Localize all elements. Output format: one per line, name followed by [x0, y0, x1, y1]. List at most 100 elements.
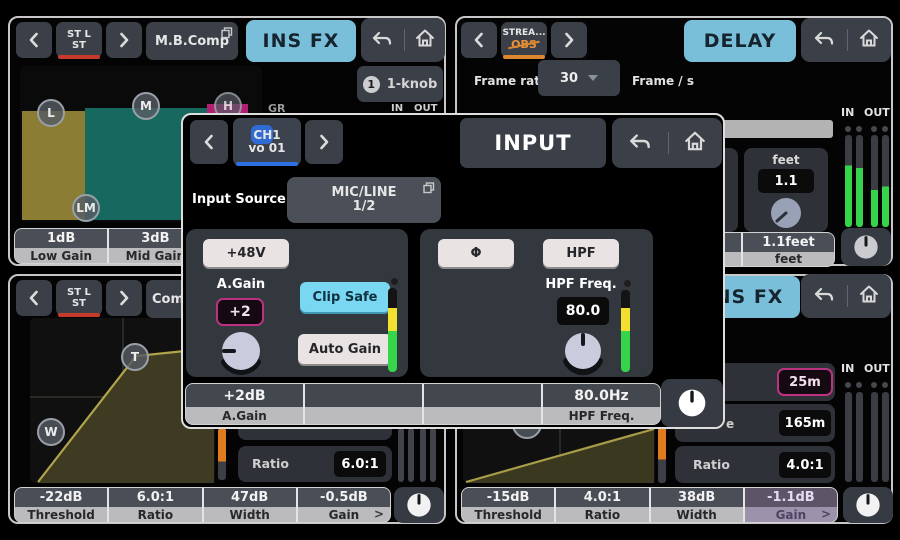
feet-value[interactable]: 1.1: [758, 169, 814, 193]
divider: [847, 29, 848, 51]
undo-button[interactable]: [627, 129, 653, 157]
frame-rate-unit: Frame / s: [632, 74, 694, 88]
more-chevron-icon[interactable]: >: [821, 507, 831, 521]
frame-rate-value: 30: [560, 71, 578, 86]
footer-cell[interactable]: 38dBWidth: [649, 488, 743, 522]
ratio-value[interactable]: 6.0:1: [334, 451, 386, 477]
bl-assign-knob-button[interactable]: [394, 487, 444, 523]
phantom-48v-button[interactable]: +48V: [203, 239, 289, 267]
br-nav-box: [801, 274, 891, 318]
frame-rate-dropdown[interactable]: 30: [538, 60, 620, 96]
gr-meter: [218, 428, 226, 480]
again-knob[interactable]: [216, 327, 266, 377]
br-meter-out-label: OUT: [864, 362, 890, 375]
again-label: A.Gain: [203, 277, 279, 292]
home-button[interactable]: [858, 284, 880, 308]
low-band-handle[interactable]: L: [37, 99, 65, 127]
footer-cell[interactable]: 6.0:1Ratio: [107, 488, 201, 522]
chevron-right-icon: [562, 31, 576, 49]
hpf-button[interactable]: HPF: [543, 239, 619, 267]
footer-cell[interactable]: [303, 384, 422, 424]
input-source-button[interactable]: MIC/LINE 1/2: [287, 177, 441, 223]
input-source-line2: 1/2: [353, 200, 376, 214]
hpf-knob[interactable]: [559, 328, 607, 376]
undo-button[interactable]: [812, 27, 836, 53]
modal-next-channel-button[interactable]: [305, 120, 343, 164]
width-handle[interactable]: W: [37, 418, 65, 446]
tr-meter-out-label: OUT: [864, 106, 890, 119]
modal-channel-select-button[interactable]: CH1 vo 01: [233, 118, 301, 166]
feet-knob[interactable]: [768, 195, 804, 231]
one-badge-icon: 1: [363, 76, 380, 93]
tr-channel-select-button[interactable]: STREA... OBS: [501, 22, 547, 58]
home-button[interactable]: [414, 28, 436, 52]
knob-icon: [852, 233, 880, 261]
footer-cell[interactable]: [422, 384, 541, 424]
footer-cell[interactable]: -15dBThreshold: [462, 488, 554, 522]
chevron-left-icon: [202, 133, 216, 151]
gr-meter: [658, 427, 666, 483]
bl-next-channel-button[interactable]: [106, 280, 142, 316]
home-button[interactable]: [858, 28, 880, 52]
chevron-left-icon: [472, 31, 486, 49]
footer-cell-selected[interactable]: -1.1dB Gain>: [743, 488, 837, 522]
clip-led: [845, 126, 851, 132]
footer-cell[interactable]: -0.5dB Gain>: [296, 488, 390, 522]
tl-next-channel-button[interactable]: [106, 22, 142, 58]
modal-channel-color-strip: [236, 162, 298, 166]
auto-gain-button[interactable]: Auto Gain: [298, 334, 392, 364]
tl-plugin-select-button[interactable]: M.B.Comp: [146, 22, 238, 60]
footer-cell[interactable]: 47dBWidth: [202, 488, 296, 522]
release-label-fragment: e: [726, 417, 734, 431]
tl-channel-select-button[interactable]: ST L ST: [56, 22, 102, 58]
tr-next-channel-button[interactable]: [551, 22, 587, 58]
clip-led: [882, 382, 888, 388]
tr-assign-knob-button[interactable]: [841, 228, 891, 266]
divider: [668, 132, 669, 154]
out-meter: [430, 428, 436, 482]
release-value[interactable]: 165m: [779, 410, 831, 436]
again-value[interactable]: +2: [216, 298, 264, 326]
footer-cell[interactable]: 80.0HzHPF Freq.: [541, 384, 660, 424]
footer-cell[interactable]: +2dBA.Gain: [186, 384, 303, 424]
bl-ratio-box: Ratio 6.0:1: [238, 446, 392, 482]
in-meter: [856, 135, 863, 227]
modal-assign-knob-button[interactable]: [661, 379, 723, 427]
tl-nav-box: [361, 18, 445, 62]
bl-prev-channel-button[interactable]: [16, 280, 52, 316]
modal-page-title: INPUT: [460, 118, 606, 168]
chevron-left-icon: [27, 289, 41, 307]
tl-plugin-label: M.B.Comp: [155, 34, 229, 49]
attack-value-selected[interactable]: 25m: [777, 368, 833, 396]
tl-prev-channel-button[interactable]: [16, 22, 52, 58]
chevron-right-icon: [317, 133, 331, 151]
footer-cell[interactable]: 1.1feetfeet: [741, 233, 834, 266]
mid-band-handle[interactable]: M: [132, 92, 160, 120]
bl-channel-select-button[interactable]: ST L ST: [56, 280, 102, 316]
home-button[interactable]: [683, 130, 707, 156]
clip-safe-button[interactable]: Clip Safe: [300, 282, 390, 312]
one-knob-button[interactable]: 1 1-knob: [357, 66, 443, 102]
again-level-meter: [388, 288, 397, 372]
footer-cell[interactable]: 1dBLow Gain: [15, 229, 107, 263]
undo-button[interactable]: [370, 27, 394, 53]
copy-icon: [221, 27, 233, 39]
hpf-freq-value[interactable]: 80.0: [557, 297, 609, 325]
bl-channel-color-strip: [58, 313, 100, 317]
br-assign-knob-button[interactable]: [843, 487, 893, 523]
dropdown-arrow-icon: [588, 75, 598, 81]
phase-button[interactable]: Φ: [438, 239, 514, 267]
lowmid-band-handle[interactable]: LM: [72, 194, 100, 222]
threshold-handle[interactable]: T: [121, 343, 149, 371]
hpf-freq-label: HPF Freq.: [543, 277, 619, 292]
tr-prev-channel-button[interactable]: [461, 22, 497, 58]
footer-cell[interactable]: 4.0:1Ratio: [554, 488, 648, 522]
ratio-label: Ratio: [693, 457, 730, 472]
footer-cell[interactable]: -22dBThreshold: [15, 488, 107, 522]
modal-prev-channel-button[interactable]: [190, 120, 228, 164]
more-chevron-icon[interactable]: >: [374, 507, 384, 521]
ratio-value[interactable]: 4.0:1: [779, 452, 831, 478]
clip-led: [856, 126, 862, 132]
hpf-level-meter: [621, 290, 630, 372]
undo-button[interactable]: [812, 283, 836, 309]
